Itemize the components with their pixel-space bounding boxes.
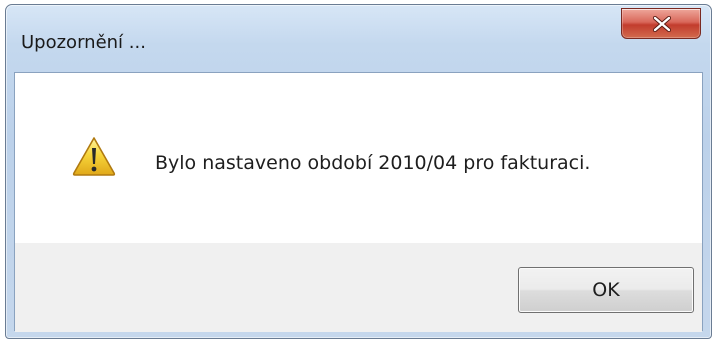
dialog-window: Upozornění ... Bylo nastaveno období 201… <box>5 4 712 339</box>
warning-icon <box>72 137 116 176</box>
dialog-body: Bylo nastaveno období 2010/04 pro faktur… <box>14 72 703 332</box>
ok-button[interactable]: OK <box>518 267 694 313</box>
title-bar[interactable]: Upozornění ... <box>6 5 711 73</box>
message-text: Bylo nastaveno období 2010/04 pro faktur… <box>155 152 591 174</box>
message-area: Bylo nastaveno období 2010/04 pro faktur… <box>15 73 702 243</box>
close-button[interactable] <box>621 8 701 39</box>
button-area: OK <box>15 243 702 332</box>
dialog-title: Upozornění ... <box>21 32 146 53</box>
close-icon <box>653 16 671 32</box>
